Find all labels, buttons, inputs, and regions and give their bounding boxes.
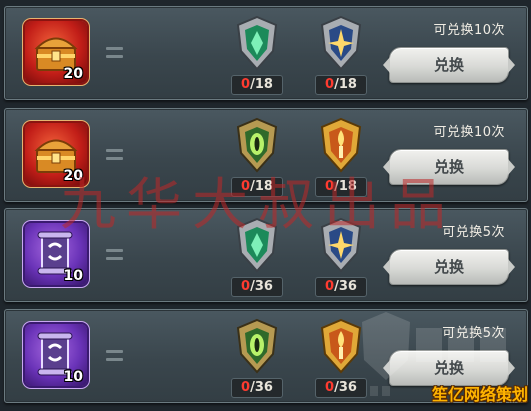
cost-amount: 0/36 <box>315 378 367 398</box>
reward-count: 20 <box>63 66 83 82</box>
exchange-button[interactable]: 兑换 <box>383 149 515 185</box>
green-eye-crest-icon <box>236 318 278 374</box>
exchange-button[interactable]: 兑换 <box>383 47 515 83</box>
cost-item-2[interactable]: 0/36 <box>315 217 367 297</box>
reward-count: 20 <box>63 168 83 184</box>
golden-torch-crest-icon <box>320 117 362 173</box>
green-crystal-crest-icon <box>236 15 278 71</box>
cost-amount: 0/36 <box>315 277 367 297</box>
cost-amount: 0/18 <box>315 177 367 197</box>
reward-count: 10 <box>63 268 83 284</box>
exchange-limit: 可兑换5次 <box>442 326 505 341</box>
cost-item-1[interactable]: 0/18 <box>231 117 283 197</box>
exchange-limit: 可兑换10次 <box>433 23 505 38</box>
exchange-button[interactable]: 兑换 <box>383 249 515 285</box>
green-eye-crest-icon <box>236 117 278 173</box>
equals-sign <box>106 47 123 58</box>
reward-slot[interactable]: 20 <box>25 21 87 83</box>
golden-torch-crest-icon <box>320 318 362 374</box>
reward-count: 10 <box>63 369 83 385</box>
star-crest-icon <box>320 15 362 71</box>
cost-item-2[interactable]: 0/18 <box>315 15 367 95</box>
cost-amount: 0/36 <box>231 378 283 398</box>
site-badge: 笙亿网络策划 <box>431 385 528 404</box>
cost-item-2[interactable]: 0/18 <box>315 117 367 197</box>
exchange-limit: 可兑换5次 <box>442 225 505 240</box>
green-crystal-crest-icon <box>236 217 278 273</box>
exchange-row-1: 20 0/18 0/18 可兑换10次 兑换 <box>4 6 528 100</box>
cost-amount: 0/18 <box>315 75 367 95</box>
exchange-row-2: 20 0/18 0/18 可兑换10次 兑换 <box>4 108 528 202</box>
cost-amount: 0/18 <box>231 75 283 95</box>
exchange-row-3: 10 0/36 0/36 可兑换5次 兑换 <box>4 208 528 302</box>
cost-item-1[interactable]: 0/18 <box>231 15 283 95</box>
cost-item-2[interactable]: 0/36 <box>315 318 367 398</box>
equals-sign <box>106 249 123 260</box>
reward-slot[interactable]: 10 <box>25 223 87 285</box>
equals-sign <box>106 350 123 361</box>
cost-item-1[interactable]: 0/36 <box>231 217 283 297</box>
cost-amount: 0/36 <box>231 277 283 297</box>
star-crest-icon <box>320 217 362 273</box>
reward-slot[interactable]: 20 <box>25 123 87 185</box>
cost-item-1[interactable]: 0/36 <box>231 318 283 398</box>
reward-slot[interactable]: 10 <box>25 324 87 386</box>
equals-sign <box>106 149 123 160</box>
cost-amount: 0/18 <box>231 177 283 197</box>
exchange-limit: 可兑换10次 <box>433 125 505 140</box>
